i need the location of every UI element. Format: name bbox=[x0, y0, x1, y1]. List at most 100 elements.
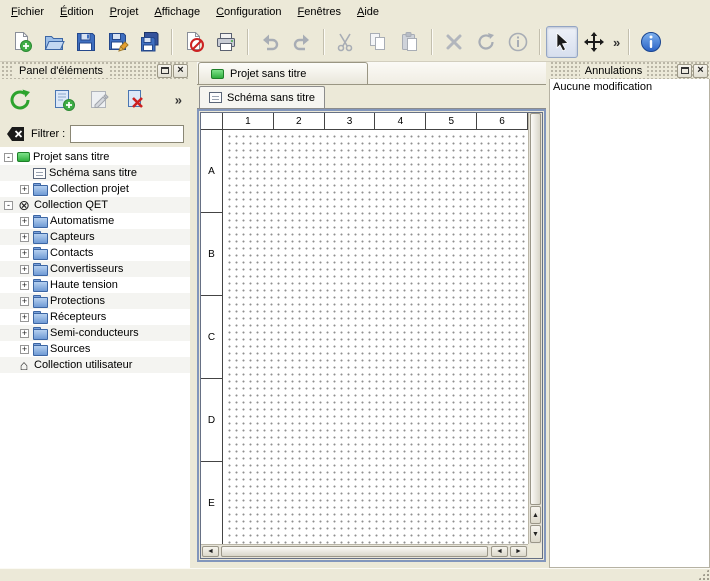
row-label-A: A bbox=[201, 130, 222, 213]
project-tab[interactable]: Projet sans titre bbox=[198, 62, 368, 84]
clear-filter-button[interactable] bbox=[6, 125, 26, 143]
scroll-right-button[interactable]: ► bbox=[510, 546, 527, 557]
new-element-button[interactable] bbox=[48, 84, 80, 116]
about-qet-button[interactable] bbox=[635, 26, 667, 58]
scroll-up-button[interactable]: ▲ bbox=[530, 506, 541, 524]
delete-button[interactable] bbox=[438, 26, 470, 58]
expander-plus-icon[interactable]: + bbox=[20, 281, 29, 290]
scroll-down-button[interactable]: ▼ bbox=[530, 525, 541, 543]
reload-collections-button[interactable] bbox=[4, 84, 36, 116]
delete-element-icon bbox=[124, 88, 148, 112]
new-element-icon bbox=[52, 88, 76, 112]
expander-plus-icon[interactable]: + bbox=[20, 233, 29, 242]
expander-plus-icon[interactable]: + bbox=[20, 249, 29, 258]
edit-element-button[interactable] bbox=[84, 84, 116, 116]
folder-icon bbox=[33, 327, 47, 339]
column-label-4: 4 bbox=[375, 113, 426, 129]
print-button[interactable] bbox=[210, 26, 242, 58]
close-panel-button[interactable]: × bbox=[693, 64, 708, 78]
redo-button[interactable] bbox=[286, 26, 318, 58]
row-label-C: C bbox=[201, 296, 222, 379]
tree-item[interactable]: -Collection QET bbox=[0, 197, 190, 213]
folder-icon bbox=[33, 231, 47, 243]
tree-item[interactable]: - Projet sans titre bbox=[0, 149, 190, 165]
element-infos-button[interactable] bbox=[502, 26, 534, 58]
expander-plus-icon[interactable]: + bbox=[20, 345, 29, 354]
tree-item[interactable]: +Contacts bbox=[0, 245, 190, 261]
float-panel-button[interactable] bbox=[157, 64, 172, 78]
tree-item[interactable]: +Sources bbox=[0, 341, 190, 357]
tree-item[interactable]: Schéma sans titre bbox=[0, 165, 190, 181]
menu-item-configuration[interactable]: Configuration bbox=[208, 2, 289, 22]
tree-item[interactable]: + Collection projet bbox=[0, 181, 190, 197]
horizontal-scrollbar[interactable]: ◄ ◄ ► bbox=[201, 544, 528, 558]
elements-panel: Panel d'éléments × » Filtrer : -Projet s… bbox=[0, 62, 190, 568]
tree-item[interactable]: +Automatisme bbox=[0, 213, 190, 229]
select-mode-button[interactable] bbox=[546, 26, 578, 58]
expander-plus-icon[interactable]: + bbox=[20, 217, 29, 226]
vertical-scrollbar-thumb[interactable] bbox=[530, 113, 541, 505]
float-icon bbox=[681, 67, 689, 74]
scroll-left-button[interactable]: ◄ bbox=[202, 546, 219, 557]
menu-item-affichage[interactable]: Affichage bbox=[146, 2, 208, 22]
menu-item-projet[interactable]: Projet bbox=[102, 2, 147, 22]
close-file-icon bbox=[183, 31, 205, 53]
float-panel-button[interactable] bbox=[677, 64, 692, 78]
tree-item-label: Collection projet bbox=[50, 183, 129, 195]
new-file-button[interactable] bbox=[6, 26, 38, 58]
vertical-scrollbar[interactable]: ▲ ▼ bbox=[528, 113, 542, 544]
elements-toolbar-overflow-button[interactable]: » bbox=[172, 93, 185, 108]
tree-item-label: Semi-conducteurs bbox=[50, 327, 139, 339]
menu-item-edition[interactable]: Édition bbox=[52, 2, 102, 22]
expander-plus-icon[interactable]: + bbox=[20, 329, 29, 338]
save-file-button[interactable] bbox=[70, 26, 102, 58]
tree-item-label: Projet sans titre bbox=[33, 151, 109, 163]
schema-subwindow: 123456 ABCDE ▲ ▼ ◄ ◄ ► bbox=[197, 109, 546, 562]
toolbar-overflow-button[interactable]: » bbox=[610, 35, 623, 50]
open-file-button[interactable] bbox=[38, 26, 70, 58]
row-label-D: D bbox=[201, 379, 222, 462]
expander-plus-icon[interactable]: + bbox=[20, 185, 29, 194]
tree-item[interactable]: +Protections bbox=[0, 293, 190, 309]
filter-input[interactable] bbox=[70, 125, 184, 143]
close-file-button[interactable] bbox=[178, 26, 210, 58]
column-ruler: 123456 bbox=[223, 113, 528, 130]
rotate-button[interactable] bbox=[470, 26, 502, 58]
save-all-button[interactable] bbox=[134, 26, 166, 58]
copy-icon bbox=[367, 31, 389, 53]
tree-item[interactable]: + Semi-conducteurs bbox=[0, 325, 190, 341]
schema-tab[interactable]: Schéma sans titre bbox=[199, 86, 325, 108]
tree-item[interactable]: Collection utilisateur bbox=[0, 357, 190, 373]
expander-plus-icon[interactable]: + bbox=[20, 313, 29, 322]
resize-grip[interactable] bbox=[698, 569, 709, 580]
schema-grid[interactable] bbox=[224, 131, 528, 544]
left-splitter[interactable] bbox=[190, 62, 197, 568]
expander-plus-icon[interactable]: + bbox=[20, 265, 29, 274]
copy-button[interactable] bbox=[362, 26, 394, 58]
expander-plus-icon[interactable]: + bbox=[20, 297, 29, 306]
delete-element-button[interactable] bbox=[120, 84, 152, 116]
expander-minus-icon[interactable]: - bbox=[4, 153, 13, 162]
close-panel-button[interactable]: × bbox=[173, 64, 188, 78]
undo-button[interactable] bbox=[254, 26, 286, 58]
horizontal-scrollbar-thumb[interactable] bbox=[221, 546, 488, 557]
tree-item[interactable]: +Convertisseurs bbox=[0, 261, 190, 277]
tree-item[interactable]: +Capteurs bbox=[0, 229, 190, 245]
folder-icon bbox=[33, 183, 47, 195]
tree-item[interactable]: +Haute tension bbox=[0, 277, 190, 293]
menu-item-fichier[interactable]: Fichier bbox=[3, 2, 52, 22]
close-icon: × bbox=[177, 65, 183, 76]
paste-button[interactable] bbox=[394, 26, 426, 58]
menu-item-aide[interactable]: Aide bbox=[349, 2, 387, 22]
folder-icon bbox=[33, 215, 47, 227]
visualisation-mode-button[interactable] bbox=[578, 26, 610, 58]
expander-minus-icon[interactable]: - bbox=[4, 201, 13, 210]
save-file-as-button[interactable] bbox=[102, 26, 134, 58]
menu-item-fenetres[interactable]: Fenêtres bbox=[290, 2, 349, 22]
tree-item-label: Collection utilisateur bbox=[34, 359, 132, 371]
tree-item-label: Schéma sans titre bbox=[49, 167, 137, 179]
cut-button[interactable] bbox=[330, 26, 362, 58]
tree-item[interactable]: +Récepteurs bbox=[0, 309, 190, 325]
schema-view[interactable]: 123456 ABCDE ▲ ▼ ◄ ◄ ► bbox=[200, 112, 543, 559]
scroll-left-button-2[interactable]: ◄ bbox=[491, 546, 508, 557]
